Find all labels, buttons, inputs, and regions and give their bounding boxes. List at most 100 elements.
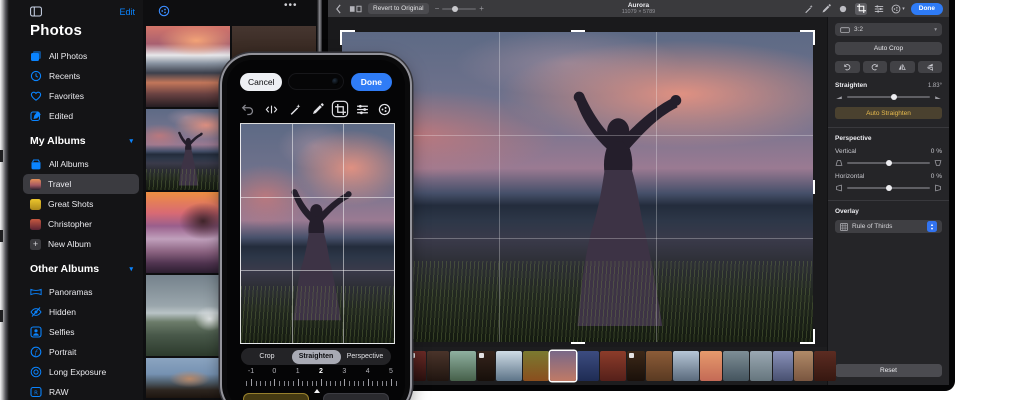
- filters-icon[interactable]: ▾: [891, 4, 905, 14]
- redeye-icon[interactable]: [838, 4, 848, 14]
- flip-v-button[interactable]: [918, 61, 943, 73]
- filmstrip-thumbnail[interactable]: [627, 351, 645, 381]
- segment-perspective[interactable]: Perspective: [341, 350, 390, 364]
- marker-icon[interactable]: [821, 4, 831, 14]
- sidebar-item-recents[interactable]: Recents: [30, 66, 135, 86]
- auto-straighten-button[interactable]: Auto Straighten: [835, 107, 942, 119]
- segment-straighten[interactable]: Straighten: [292, 350, 341, 364]
- zoom-slider-knob[interactable]: [452, 6, 458, 12]
- crop-icon[interactable]: [855, 3, 867, 15]
- compare-icon[interactable]: [265, 103, 278, 116]
- horizontal-perspective-slider[interactable]: [835, 184, 942, 192]
- filmstrip-thumbnail[interactable]: [794, 351, 813, 381]
- horizontal-knob[interactable]: [886, 185, 892, 191]
- back-icon[interactable]: [334, 4, 343, 14]
- crop-region[interactable]: [342, 32, 813, 342]
- sidebar-item-all-albums[interactable]: All Albums: [30, 154, 135, 174]
- sidebar-item-travel[interactable]: Travel: [23, 174, 139, 194]
- aspect-ratio-select[interactable]: 3:2 ▾: [835, 23, 942, 36]
- filter-options-icon[interactable]: [158, 5, 170, 17]
- sidebar-item-great-shots[interactable]: Great Shots: [30, 194, 135, 214]
- filmstrip-thumbnail[interactable]: [550, 351, 576, 381]
- done-button-iphone[interactable]: Done: [351, 73, 392, 91]
- filmstrip-thumbnail[interactable]: [600, 351, 626, 381]
- crop-handle-top-left[interactable]: [340, 30, 355, 45]
- sidebar-item-new-album[interactable]: + New Album: [30, 234, 135, 254]
- grid-photo-woman[interactable]: [146, 358, 230, 398]
- chevron-down-icon[interactable]: ▾: [129, 137, 133, 145]
- grid-photo-cliffs[interactable]: [146, 275, 230, 356]
- filmstrip-thumbnail[interactable]: [700, 351, 722, 381]
- filmstrip-thumbnail[interactable]: [814, 351, 836, 381]
- grid-photo-sunmount[interactable]: [146, 26, 230, 107]
- grid-photo-aurora[interactable]: [146, 109, 230, 190]
- more-options-button[interactable]: •••: [284, 0, 298, 11]
- view-toggle-icon[interactable]: [349, 4, 362, 14]
- marker-icon[interactable]: [311, 103, 324, 116]
- flip-h-button[interactable]: [890, 61, 915, 73]
- filmstrip-thumbnail[interactable]: [496, 351, 522, 381]
- sidebar-item-all-photos[interactable]: All Photos: [30, 46, 135, 66]
- vertical-knob[interactable]: [886, 160, 892, 166]
- wand-icon[interactable]: [804, 4, 814, 14]
- segment-crop[interactable]: Crop: [243, 350, 292, 364]
- grid-photo-durdle[interactable]: [146, 192, 230, 273]
- zoom-in-icon[interactable]: +: [479, 4, 484, 13]
- undo-icon[interactable]: [241, 103, 254, 116]
- sidebar-item-hidden[interactable]: Hidden: [30, 302, 135, 322]
- straighten-knob[interactable]: [891, 94, 897, 100]
- sidebar-item-edited[interactable]: Edited: [30, 106, 135, 126]
- filmstrip-thumbnail[interactable]: [408, 351, 426, 381]
- filmstrip-thumbnail[interactable]: [723, 351, 749, 381]
- crop-handle-bottom-right[interactable]: [800, 329, 815, 344]
- sidebar-item-panoramas[interactable]: Panoramas: [30, 282, 135, 302]
- sidebar-item-christopher[interactable]: Christopher: [30, 214, 135, 234]
- sidebar-toggle-icon[interactable]: [30, 6, 42, 17]
- done-button-mac[interactable]: Done: [911, 3, 943, 15]
- sidebar-item-portrait[interactable]: f Portrait: [30, 342, 135, 362]
- zoom-out-icon[interactable]: −: [435, 4, 440, 13]
- crop-handle-bottom[interactable]: [571, 342, 585, 344]
- sidebar-item-favorites[interactable]: Favorites: [30, 86, 135, 106]
- sidebar-item-selfies[interactable]: Selfies: [30, 322, 135, 342]
- auto-crop-button[interactable]: Auto Crop: [835, 42, 942, 55]
- zoom-slider[interactable]: [442, 8, 476, 10]
- sidebar-item-long-exposure[interactable]: Long Exposure: [30, 362, 135, 382]
- filmstrip-thumbnail[interactable]: [750, 351, 772, 381]
- auto-button-partial[interactable]: [243, 393, 309, 400]
- filmstrip-thumbnail[interactable]: [773, 351, 793, 381]
- section-header[interactable]: Other Albums▾: [30, 263, 133, 275]
- zoom-control[interactable]: − +: [435, 4, 484, 13]
- sliders-icon[interactable]: [874, 4, 884, 14]
- edit-button[interactable]: Edit: [119, 7, 135, 17]
- crop-handle-right[interactable]: [813, 180, 815, 194]
- revert-to-original-button[interactable]: Revert to Original: [368, 3, 429, 14]
- sidebar-item-raw[interactable]: R RAW: [30, 382, 135, 400]
- straighten-dial[interactable]: -1012345: [239, 368, 393, 396]
- filmstrip-thumbnail[interactable]: [477, 351, 495, 381]
- sliders-icon[interactable]: [356, 103, 369, 116]
- crop-handle-top[interactable]: [571, 30, 585, 32]
- cancel-button[interactable]: Cancel: [240, 73, 282, 91]
- section-header[interactable]: My Albums▾: [30, 135, 133, 147]
- filmstrip-thumbnail[interactable]: [646, 351, 672, 381]
- straighten-slider[interactable]: [835, 93, 942, 101]
- crop-preview[interactable]: [240, 123, 395, 344]
- rotate-right-button[interactable]: [863, 61, 888, 73]
- filmstrip-thumbnail[interactable]: [450, 351, 476, 381]
- vertical-perspective-slider[interactable]: [835, 159, 942, 167]
- crop-icon[interactable]: [333, 102, 347, 116]
- filters-icon[interactable]: [378, 103, 391, 116]
- reset-button[interactable]: Reset: [835, 364, 942, 377]
- straighten-value: 1.83°: [928, 83, 942, 89]
- filmstrip-thumbnail[interactable]: [673, 351, 699, 381]
- wand-icon[interactable]: [289, 103, 302, 116]
- rotate-left-button[interactable]: [835, 61, 860, 73]
- option-button-partial[interactable]: [323, 393, 389, 400]
- crop-handle-top-right[interactable]: [800, 30, 815, 45]
- filmstrip-thumbnail[interactable]: [427, 351, 449, 381]
- overlay-select[interactable]: Rule of Thirds ▲▼: [835, 220, 942, 233]
- filmstrip-thumbnail[interactable]: [577, 351, 599, 381]
- chevron-down-icon[interactable]: ▾: [129, 265, 133, 273]
- filmstrip-thumbnail[interactable]: [523, 351, 549, 381]
